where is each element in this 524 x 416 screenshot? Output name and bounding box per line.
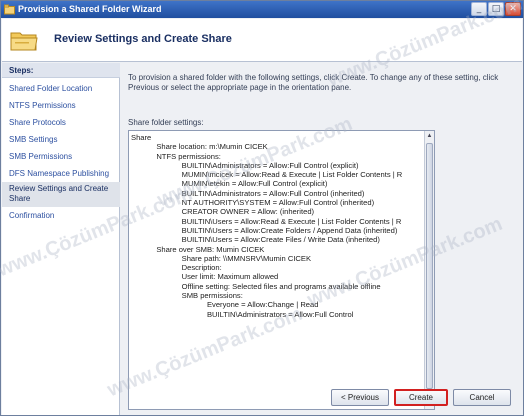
settings-textbox[interactable]: Share Share location: m:\Mumin CICEK NTF…: [128, 130, 435, 410]
page-title: Review Settings and Create Share: [54, 33, 232, 45]
settings-text: Share Share location: m:\Mumin CICEK NTF…: [131, 133, 403, 319]
create-button[interactable]: Create: [394, 389, 448, 406]
wizard-header: Review Settings and Create Share: [2, 19, 522, 62]
step-dfs-namespace-publishing[interactable]: DFS Namespace Publishing: [2, 169, 120, 178]
wizard-app-icon: [4, 4, 15, 15]
cancel-button[interactable]: Cancel: [453, 389, 511, 406]
intro-text: To provision a shared folder with the fo…: [128, 73, 499, 92]
close-button[interactable]: ✕: [505, 2, 521, 16]
minimize-button[interactable]: _: [471, 2, 487, 16]
window-controls: _ □ ✕: [471, 2, 521, 16]
step-ntfs-permissions[interactable]: NTFS Permissions: [2, 101, 120, 110]
maximize-button[interactable]: □: [488, 2, 504, 16]
steps-pane: Steps: Shared Folder Location NTFS Permi…: [2, 63, 120, 415]
button-bar: < Previous Create Cancel: [121, 385, 522, 415]
settings-label: Share folder settings:: [128, 118, 204, 127]
step-share-protocols[interactable]: Share Protocols: [2, 118, 120, 127]
step-shared-folder-location[interactable]: Shared Folder Location: [2, 84, 120, 93]
step-smb-permissions[interactable]: SMB Permissions: [2, 152, 120, 161]
window-title: Provision a Shared Folder Wizard: [18, 4, 162, 14]
scroll-up-icon[interactable]: ▲: [425, 131, 434, 141]
scroll-thumb[interactable]: [426, 143, 433, 389]
step-confirmation[interactable]: Confirmation: [2, 211, 120, 220]
previous-button[interactable]: < Previous: [331, 389, 389, 406]
title-bar[interactable]: Provision a Shared Folder Wizard _ □ ✕: [1, 1, 523, 18]
vertical-scrollbar[interactable]: ▲ ▼: [424, 131, 434, 409]
step-review-settings[interactable]: Review Settings and Create Share: [2, 182, 120, 207]
wizard-window: Provision a Shared Folder Wizard _ □ ✕ R…: [0, 0, 524, 416]
folder-icon: [10, 32, 38, 51]
content-pane: To provision a shared folder with the fo…: [121, 63, 522, 415]
step-smb-settings[interactable]: SMB Settings: [2, 135, 120, 144]
steps-title: Steps:: [2, 63, 120, 78]
